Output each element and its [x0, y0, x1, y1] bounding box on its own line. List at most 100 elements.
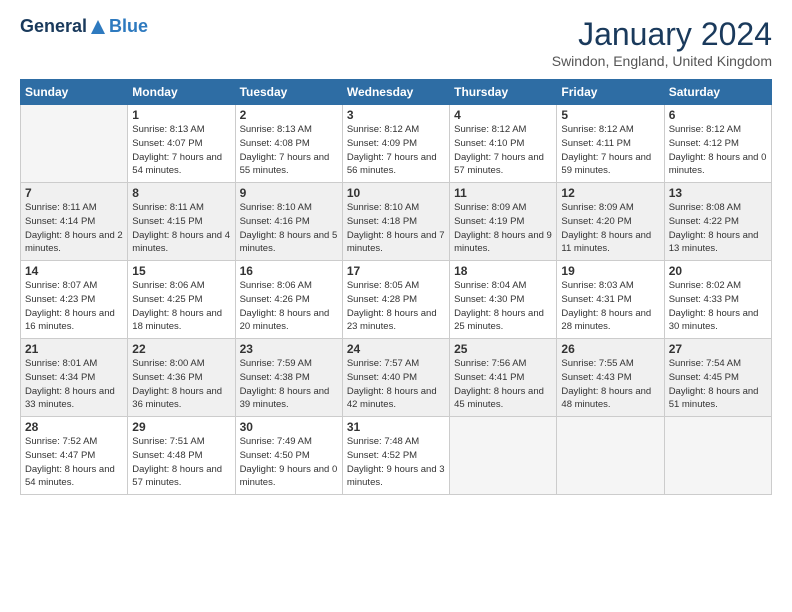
day-info: Sunrise: 7:54 AMSunset: 4:45 PMDaylight:…: [669, 358, 759, 410]
col-header-thursday: Thursday: [450, 80, 557, 105]
calendar-cell: 17 Sunrise: 8:05 AMSunset: 4:28 PMDayligh…: [342, 261, 449, 339]
day-info: Sunrise: 8:09 AMSunset: 4:20 PMDaylight:…: [561, 202, 651, 254]
calendar-cell: [450, 417, 557, 495]
page: General Blue January 2024 Swindon, Engla…: [0, 0, 792, 612]
day-number: 28: [25, 420, 123, 434]
calendar-cell: [557, 417, 664, 495]
location-subtitle: Swindon, England, United Kingdom: [552, 53, 772, 69]
col-header-wednesday: Wednesday: [342, 80, 449, 105]
day-info: Sunrise: 8:12 AMSunset: 4:11 PMDaylight:…: [561, 124, 651, 176]
day-number: 16: [240, 264, 338, 278]
calendar-cell: 4Sunrise: 8:12 AMSunset: 4:10 PMDaylight…: [450, 105, 557, 183]
day-info: Sunrise: 8:13 AMSunset: 4:07 PMDaylight:…: [132, 124, 222, 176]
day-info: Sunrise: 8:12 AMSunset: 4:12 PMDaylight:…: [669, 124, 767, 176]
day-info: Sunrise: 8:06 AMSunset: 4:25 PMDaylight:…: [132, 280, 222, 332]
day-number: 17: [347, 264, 445, 278]
day-info: Sunrise: 8:04 AMSunset: 4:30 PMDaylight:…: [454, 280, 544, 332]
logo-icon: [89, 18, 107, 36]
day-number: 18: [454, 264, 552, 278]
day-info: Sunrise: 7:59 AMSunset: 4:38 PMDaylight:…: [240, 358, 330, 410]
calendar-cell: 28 Sunrise: 7:52 AMSunset: 4:47 PMDayligh…: [21, 417, 128, 495]
day-number: 5: [561, 108, 659, 122]
day-number: 26: [561, 342, 659, 356]
calendar-cell: 14 Sunrise: 8:07 AMSunset: 4:23 PMDayligh…: [21, 261, 128, 339]
calendar-cell: 8 Sunrise: 8:11 AMSunset: 4:15 PMDaylight…: [128, 183, 235, 261]
day-number: 10: [347, 186, 445, 200]
day-number: 15: [132, 264, 230, 278]
calendar-cell: 30 Sunrise: 7:49 AMSunset: 4:50 PMDayligh…: [235, 417, 342, 495]
day-info: Sunrise: 8:06 AMSunset: 4:26 PMDaylight:…: [240, 280, 330, 332]
day-info: Sunrise: 7:49 AMSunset: 4:50 PMDaylight:…: [240, 436, 338, 488]
calendar-cell: 9Sunrise: 8:10 AMSunset: 4:16 PMDaylight…: [235, 183, 342, 261]
day-info: Sunrise: 8:05 AMSunset: 4:28 PMDaylight:…: [347, 280, 437, 332]
day-number: 14: [25, 264, 123, 278]
calendar-cell: 12 Sunrise: 8:09 AMSunset: 4:20 PMDayligh…: [557, 183, 664, 261]
day-info: Sunrise: 8:13 AMSunset: 4:08 PMDaylight:…: [240, 124, 330, 176]
day-info: Sunrise: 8:09 AMSunset: 4:19 PMDaylight:…: [454, 202, 552, 254]
day-number: 13: [669, 186, 767, 200]
day-info: Sunrise: 8:01 AMSunset: 4:34 PMDaylight:…: [25, 358, 115, 410]
calendar-cell: 23 Sunrise: 7:59 AMSunset: 4:38 PMDayligh…: [235, 339, 342, 417]
calendar-cell: 29 Sunrise: 7:51 AMSunset: 4:48 PMDayligh…: [128, 417, 235, 495]
day-info: Sunrise: 8:07 AMSunset: 4:23 PMDaylight:…: [25, 280, 115, 332]
calendar-cell: 22 Sunrise: 8:00 AMSunset: 4:36 PMDayligh…: [128, 339, 235, 417]
calendar-cell: 2 Sunrise: 8:13 AMSunset: 4:08 PMDaylight…: [235, 105, 342, 183]
calendar-cell: 13 Sunrise: 8:08 AMSunset: 4:22 PMDayligh…: [664, 183, 771, 261]
day-number: 6: [669, 108, 767, 122]
day-number: 3: [347, 108, 445, 122]
day-number: 11: [454, 186, 552, 200]
day-info: Sunrise: 8:12 AMSunset: 4:10 PMDaylight:…: [454, 124, 544, 176]
logo: General Blue: [20, 16, 148, 37]
day-info: Sunrise: 8:11 AMSunset: 4:14 PMDaylight:…: [25, 202, 123, 254]
calendar-table: SundayMondayTuesdayWednesdayThursdayFrid…: [20, 79, 772, 495]
day-number: 27: [669, 342, 767, 356]
calendar-cell: 5 Sunrise: 8:12 AMSunset: 4:11 PMDaylight…: [557, 105, 664, 183]
header: General Blue January 2024 Swindon, Engla…: [20, 16, 772, 69]
day-info: Sunrise: 8:11 AMSunset: 4:15 PMDaylight:…: [132, 202, 230, 254]
day-info: Sunrise: 7:56 AMSunset: 4:41 PMDaylight:…: [454, 358, 544, 410]
calendar-cell: 6 Sunrise: 8:12 AMSunset: 4:12 PMDaylight…: [664, 105, 771, 183]
day-number: 25: [454, 342, 552, 356]
logo-blue-text: Blue: [109, 16, 148, 37]
day-number: 12: [561, 186, 659, 200]
calendar-cell: [664, 417, 771, 495]
month-year-title: January 2024: [552, 16, 772, 53]
day-number: 20: [669, 264, 767, 278]
col-header-tuesday: Tuesday: [235, 80, 342, 105]
calendar-cell: 10 Sunrise: 8:10 AMSunset: 4:18 PMDayligh…: [342, 183, 449, 261]
calendar-cell: 15 Sunrise: 8:06 AMSunset: 4:25 PMDayligh…: [128, 261, 235, 339]
day-info: Sunrise: 8:12 AMSunset: 4:09 PMDaylight:…: [347, 124, 437, 176]
calendar-cell: [21, 105, 128, 183]
calendar-cell: 3 Sunrise: 8:12 AMSunset: 4:09 PMDaylight…: [342, 105, 449, 183]
day-info: Sunrise: 8:10 AMSunset: 4:16 PMDaylight:…: [240, 202, 338, 254]
calendar-cell: 31Sunrise: 7:48 AMSunset: 4:52 PMDayligh…: [342, 417, 449, 495]
day-number: 22: [132, 342, 230, 356]
calendar-cell: 1 Sunrise: 8:13 AMSunset: 4:07 PMDaylight…: [128, 105, 235, 183]
day-number: 29: [132, 420, 230, 434]
day-info: Sunrise: 8:03 AMSunset: 4:31 PMDaylight:…: [561, 280, 651, 332]
day-number: 23: [240, 342, 338, 356]
week-row-3: 14 Sunrise: 8:07 AMSunset: 4:23 PMDayligh…: [21, 261, 772, 339]
day-info: Sunrise: 7:52 AMSunset: 4:47 PMDaylight:…: [25, 436, 115, 488]
col-header-sunday: Sunday: [21, 80, 128, 105]
day-info: Sunrise: 8:00 AMSunset: 4:36 PMDaylight:…: [132, 358, 222, 410]
day-info: Sunrise: 8:10 AMSunset: 4:18 PMDaylight:…: [347, 202, 445, 254]
calendar-cell: 19Sunrise: 8:03 AMSunset: 4:31 PMDayligh…: [557, 261, 664, 339]
calendar-cell: 11 Sunrise: 8:09 AMSunset: 4:19 PMDayligh…: [450, 183, 557, 261]
logo-general-text: General: [20, 16, 87, 36]
day-number: 1: [132, 108, 230, 122]
day-number: 24: [347, 342, 445, 356]
day-number: 2: [240, 108, 338, 122]
day-info: Sunrise: 8:02 AMSunset: 4:33 PMDaylight:…: [669, 280, 759, 332]
calendar-cell: 26Sunrise: 7:55 AMSunset: 4:43 PMDayligh…: [557, 339, 664, 417]
day-number: 30: [240, 420, 338, 434]
day-info: Sunrise: 8:08 AMSunset: 4:22 PMDaylight:…: [669, 202, 759, 254]
week-row-4: 21Sunrise: 8:01 AMSunset: 4:34 PMDayligh…: [21, 339, 772, 417]
col-header-saturday: Saturday: [664, 80, 771, 105]
calendar-cell: 16 Sunrise: 8:06 AMSunset: 4:26 PMDayligh…: [235, 261, 342, 339]
day-info: Sunrise: 7:51 AMSunset: 4:48 PMDaylight:…: [132, 436, 222, 488]
col-header-friday: Friday: [557, 80, 664, 105]
day-info: Sunrise: 7:48 AMSunset: 4:52 PMDaylight:…: [347, 436, 445, 488]
logo-general: General: [20, 16, 87, 37]
day-number: 8: [132, 186, 230, 200]
